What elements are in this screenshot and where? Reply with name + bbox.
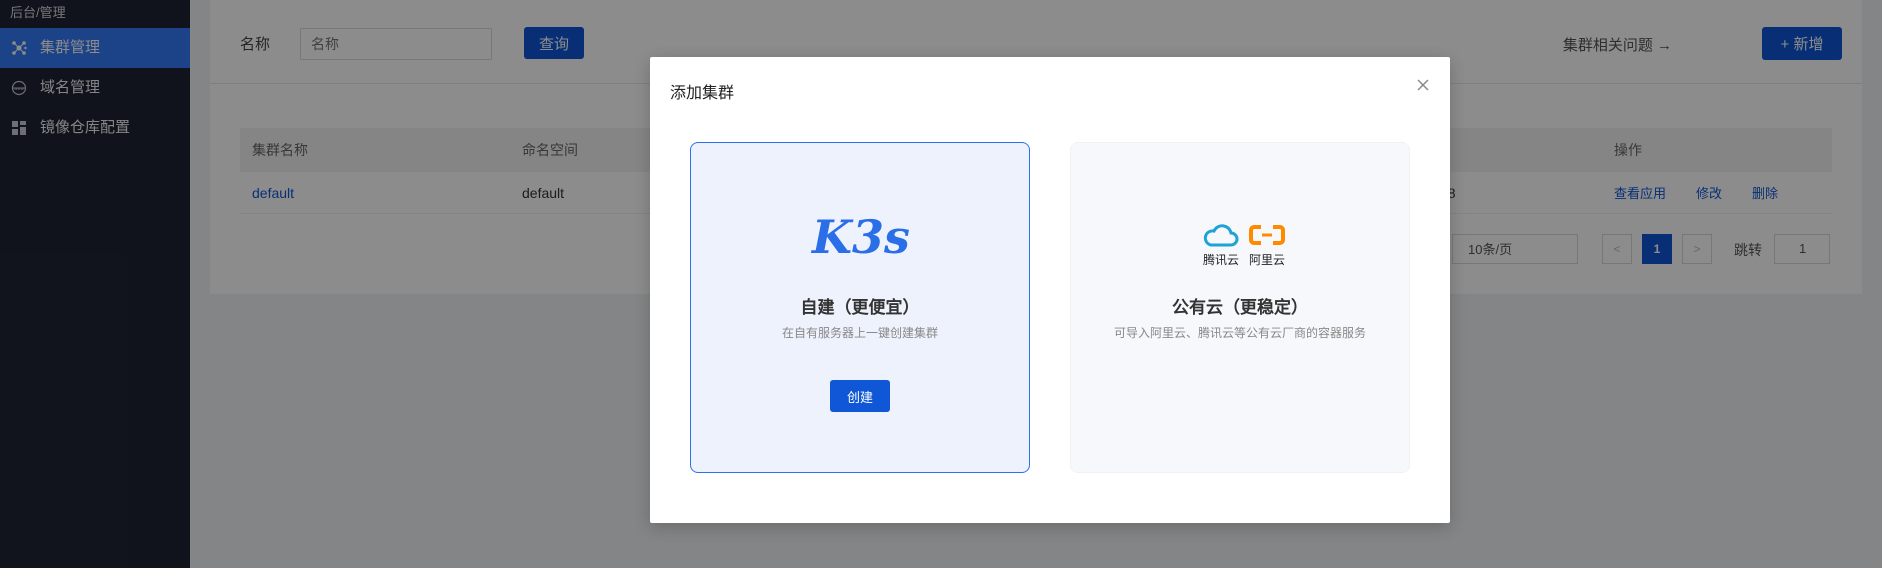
public-cloud-card[interactable]: 腾讯云 阿里云 公有云（更稳定） 可导入阿里云、腾讯云等公有云厂商的容器服务 <box>1070 142 1410 473</box>
public-cloud-title: 公有云（更稳定） <box>1172 298 1308 317</box>
self-hosted-title: 自建（更便宜） <box>800 298 920 317</box>
self-hosted-desc: 在自有服务器上一键创建集群 <box>781 326 938 340</box>
cloud-logos: 腾讯云 阿里云 <box>1201 221 1285 267</box>
svg-text:K3s: K3s <box>810 210 910 264</box>
add-cluster-modal: 添加集群 K3s 自建（更便宜） 在自有服务器上一键创建集群 创建 腾讯云 阿里… <box>650 57 1450 523</box>
close-icon[interactable] <box>1414 76 1432 94</box>
modal-title: 添加集群 <box>670 85 735 102</box>
aliyun-icon <box>1249 225 1285 245</box>
self-hosted-card[interactable]: K3s 自建（更便宜） 在自有服务器上一键创建集群 创建 <box>690 142 1030 473</box>
create-button[interactable]: 创建 <box>830 380 890 412</box>
aliyun-logo: 阿里云 <box>1247 221 1287 267</box>
tencent-cloud-label: 腾讯云 <box>1202 253 1239 267</box>
aliyun-label: 阿里云 <box>1248 253 1285 267</box>
k3s-logo: K3s <box>810 210 910 264</box>
tencent-cloud-icon <box>1203 224 1239 247</box>
public-cloud-desc: 可导入阿里云、腾讯云等公有云厂商的容器服务 <box>1113 326 1366 340</box>
tencent-cloud-logo: 腾讯云 <box>1201 221 1241 267</box>
